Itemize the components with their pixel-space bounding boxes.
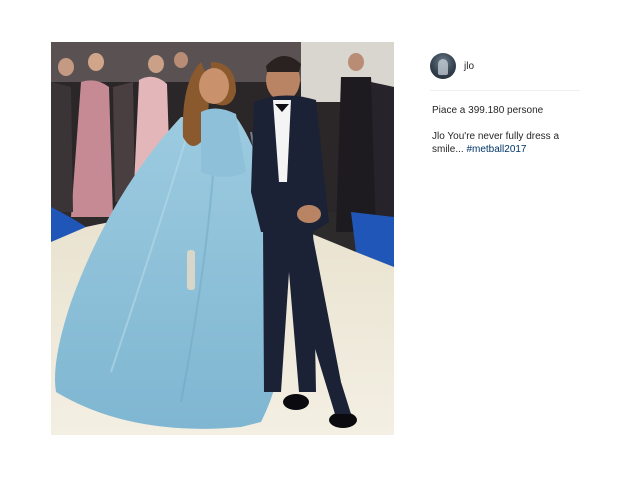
post-username[interactable]: jlo: [464, 61, 474, 72]
post-caption: Jlo You're never fully dress a smile... …: [432, 130, 582, 156]
post-photo[interactable]: [51, 42, 394, 435]
profile-avatar[interactable]: [430, 53, 456, 79]
post-header: jlo: [430, 52, 580, 80]
caption-username[interactable]: Jlo: [432, 131, 445, 142]
instagram-post: jlo Piace a 399.180 persone Jlo You're n…: [51, 42, 587, 435]
likes-count[interactable]: Piace a 399.180 persone: [432, 105, 543, 116]
header-divider: [430, 90, 580, 91]
met-gala-photo-illustration: [51, 42, 394, 435]
caption-hashtag[interactable]: #metball2017: [466, 144, 526, 155]
post-sidebar: jlo Piace a 399.180 persone Jlo You're n…: [394, 42, 587, 435]
